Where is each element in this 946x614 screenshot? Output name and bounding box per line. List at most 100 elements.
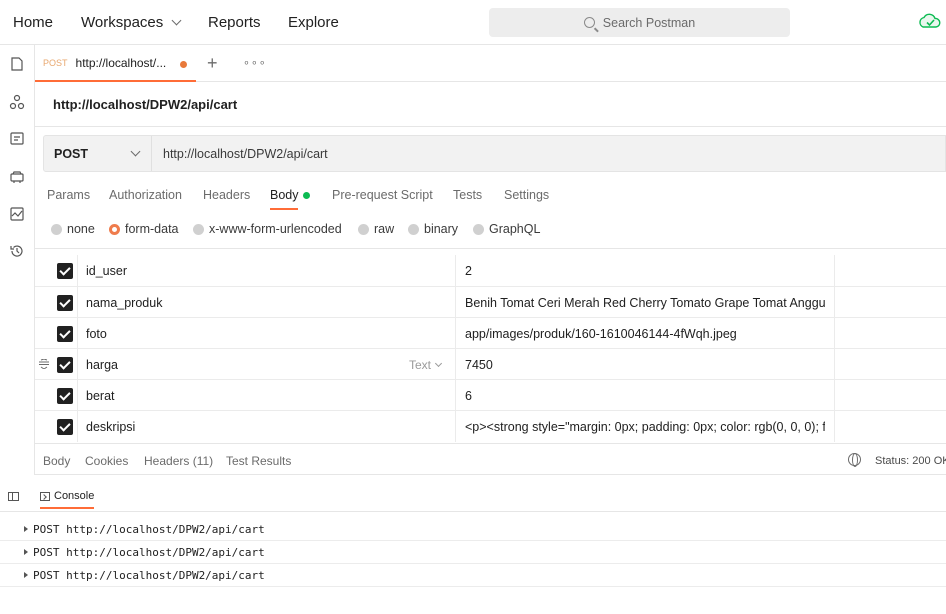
tab-pre-request-script[interactable]: Pre-request Script: [332, 188, 433, 202]
table-row: berat 6: [35, 379, 946, 411]
response-tab-headers[interactable]: Headers (11): [144, 454, 213, 468]
collections-icon[interactable]: [9, 56, 25, 72]
request-tab-strip: POST http://localhost/... + ∘∘∘: [35, 45, 946, 82]
radio-graphql[interactable]: GraphQL: [473, 222, 540, 236]
row-checkbox[interactable]: [57, 326, 73, 342]
row-checkbox[interactable]: [57, 388, 73, 404]
body-active-dot-icon: [302, 192, 310, 200]
tab-params[interactable]: Params: [47, 188, 90, 202]
monitors-icon[interactable]: [9, 206, 25, 222]
request-tab[interactable]: POST http://localhost/...: [35, 45, 196, 82]
radio-raw[interactable]: raw: [358, 222, 394, 236]
method-label: POST: [54, 146, 89, 161]
tab-title: http://localhost/...: [75, 55, 167, 70]
param-value[interactable]: <p><strong style="margin: 0px; padding: …: [465, 420, 825, 434]
search-icon: [583, 17, 595, 28]
radio-form-data[interactable]: form-data: [109, 222, 179, 236]
log-text: POST http://localhost/DPW2/api/cart: [33, 523, 265, 536]
console-log-entry[interactable]: POST http://localhost/DPW2/api/cart: [0, 541, 946, 564]
table-row: harga Text 7450: [35, 348, 946, 380]
param-value[interactable]: Benih Tomat Ceri Merah Red Cherry Tomato…: [465, 296, 825, 310]
form-data-table: id_user 2 nama_produk Benih Tomat Ceri M…: [35, 255, 946, 442]
log-text: POST http://localhost/DPW2/api/cart: [33, 569, 265, 582]
row-checkbox[interactable]: [57, 295, 73, 311]
row-checkbox[interactable]: [57, 419, 73, 435]
param-type-select[interactable]: Text: [409, 358, 443, 372]
active-tab-indicator: [270, 208, 298, 210]
response-tabs: Body Cookies Headers (11) Test Results S…: [35, 443, 946, 475]
param-value[interactable]: 7450: [465, 358, 825, 372]
radio-label: raw: [374, 222, 395, 236]
tab-headers[interactable]: Headers: [203, 188, 250, 202]
radio-off-icon: [408, 223, 419, 235]
tab-method: POST: [43, 57, 68, 68]
more-options-icon[interactable]: ∘∘∘: [243, 56, 267, 69]
console-tab[interactable]: Console: [40, 490, 95, 509]
response-tab-body[interactable]: Body: [43, 454, 70, 468]
table-row: nama_produk Benih Tomat Ceri Merah Red C…: [35, 286, 946, 318]
param-key[interactable]: nama_produk: [86, 296, 162, 310]
radio-off-icon: [473, 223, 484, 235]
param-type-label: Text: [409, 358, 432, 372]
sync-status-icon[interactable]: [918, 11, 946, 33]
response-tab-cookies[interactable]: Cookies: [85, 454, 128, 468]
row-checkbox[interactable]: [57, 357, 73, 373]
param-key[interactable]: deskripsi: [86, 420, 135, 434]
expand-triangle-icon: [24, 572, 28, 578]
param-key[interactable]: foto: [86, 327, 107, 341]
nav-workspaces[interactable]: Workspaces: [81, 14, 182, 31]
drag-handle-icon[interactable]: [39, 359, 49, 369]
param-value[interactable]: 2: [465, 264, 825, 278]
toggle-sidebar-icon[interactable]: [8, 492, 19, 501]
radio-none[interactable]: none: [51, 222, 95, 236]
tab-settings[interactable]: Settings: [504, 188, 549, 202]
apis-icon[interactable]: [9, 94, 25, 110]
radio-binary[interactable]: binary: [408, 222, 458, 236]
nav-explore[interactable]: Explore: [288, 14, 339, 31]
param-key[interactable]: id_user: [86, 264, 127, 278]
radio-off-icon: [193, 223, 204, 235]
tab-tests[interactable]: Tests: [453, 188, 482, 202]
nav-home[interactable]: Home: [13, 14, 53, 31]
method-select[interactable]: POST: [44, 136, 152, 171]
new-tab-plus-icon[interactable]: +: [207, 54, 218, 72]
chevron-down-icon: [130, 146, 141, 157]
console-icon: [40, 491, 50, 501]
radio-on-icon: [109, 223, 120, 235]
divider: [35, 126, 946, 127]
chevron-down-icon: [434, 359, 443, 368]
radio-label: none: [67, 222, 95, 236]
url-input[interactable]: http://localhost/DPW2/api/cart: [163, 147, 328, 161]
expand-triangle-icon: [24, 549, 28, 555]
top-nav: Home Workspaces Reports Explore Search P…: [0, 0, 946, 45]
param-key[interactable]: harga: [86, 358, 118, 372]
mock-servers-icon[interactable]: [9, 169, 25, 185]
chevron-down-icon: [171, 15, 182, 26]
radio-label: binary: [424, 222, 459, 236]
response-tab-test-results[interactable]: Test Results: [226, 454, 291, 468]
log-text: POST http://localhost/DPW2/api/cart: [33, 546, 265, 559]
param-value[interactable]: app/images/produk/160-1610046144-4fWqh.j…: [465, 327, 825, 341]
console-log-entry[interactable]: POST http://localhost/DPW2/api/cart: [0, 564, 946, 587]
globe-icon[interactable]: [848, 453, 861, 467]
param-key[interactable]: berat: [86, 389, 115, 403]
search-input[interactable]: Search Postman: [489, 8, 790, 37]
tab-authorization[interactable]: Authorization: [109, 188, 182, 202]
nav-reports[interactable]: Reports: [208, 14, 261, 31]
radio-label: x-www-form-urlencoded: [209, 222, 342, 236]
divider: [35, 248, 946, 249]
environments-icon[interactable]: [9, 131, 25, 147]
radio-off-icon: [358, 223, 369, 235]
history-icon[interactable]: [9, 243, 25, 259]
row-checkbox[interactable]: [57, 263, 73, 279]
table-row: id_user 2: [35, 255, 946, 286]
request-title[interactable]: http://localhost/DPW2/api/cart: [53, 97, 237, 112]
radio-x-www-form-urlencoded[interactable]: x-www-form-urlencoded: [193, 222, 342, 236]
radio-off-icon: [51, 223, 62, 235]
param-value[interactable]: 6: [465, 389, 825, 403]
table-row: foto app/images/produk/160-1610046144-4f…: [35, 317, 946, 349]
nav-workspaces-label: Workspaces: [81, 14, 164, 31]
console-log-entry[interactable]: POST http://localhost/DPW2/api/cart: [0, 518, 946, 541]
tab-body[interactable]: Body: [270, 188, 310, 202]
url-bar: POST http://localhost/DPW2/api/cart: [43, 135, 946, 172]
